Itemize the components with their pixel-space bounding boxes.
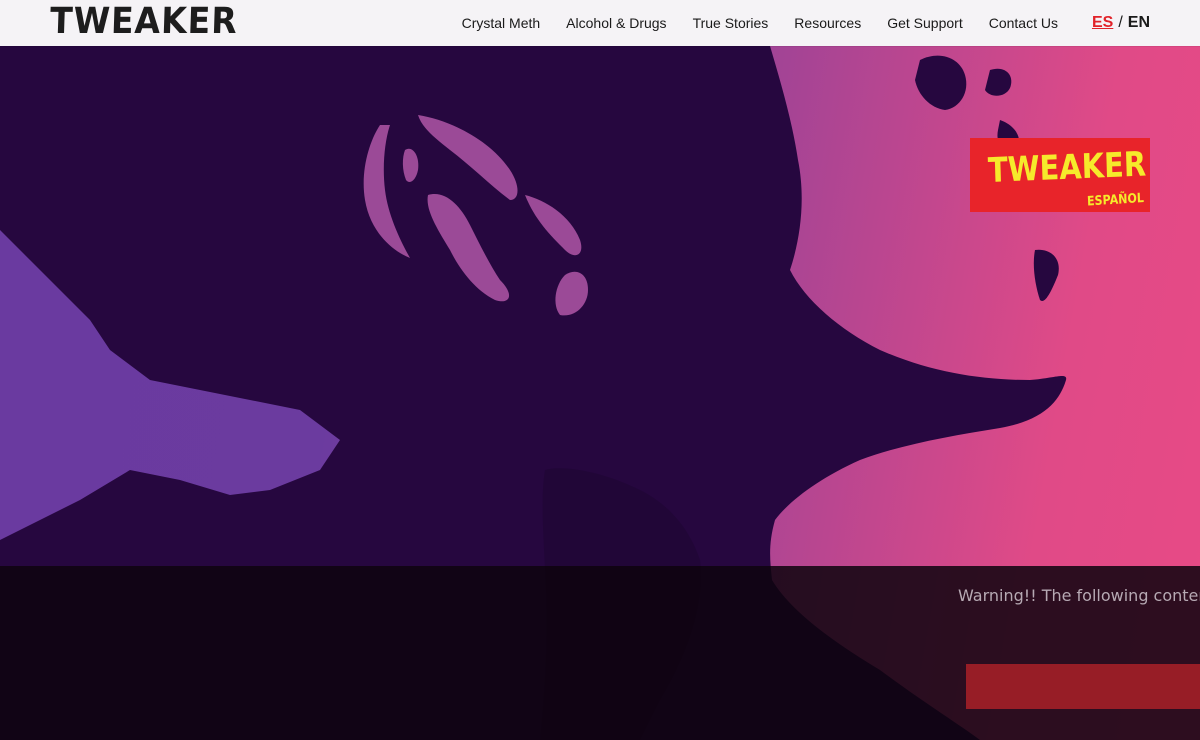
nav-true-stories[interactable]: True Stories bbox=[693, 15, 769, 31]
badge-logo-text: TWEAKER bbox=[987, 144, 1147, 191]
warning-message: Warning!! The following content bbox=[958, 586, 1200, 605]
content-warning-overlay: Warning!! The following content bbox=[0, 566, 1200, 740]
badge-subtitle: ESPAÑOL bbox=[1086, 191, 1145, 210]
warning-continue-button[interactable] bbox=[966, 664, 1200, 709]
nav-contact-us[interactable]: Contact Us bbox=[989, 15, 1058, 31]
nav-crystal-meth[interactable]: Crystal Meth bbox=[462, 15, 541, 31]
nav-alcohol-drugs[interactable]: Alcohol & Drugs bbox=[566, 15, 666, 31]
lang-es-link[interactable]: ES bbox=[1092, 14, 1113, 32]
tweaker-espanol-badge[interactable]: TWEAKER ESPAÑOL bbox=[970, 138, 1150, 212]
fragment-2 bbox=[985, 68, 1012, 96]
nav-resources[interactable]: Resources bbox=[794, 15, 861, 31]
lang-en-link[interactable]: EN bbox=[1128, 14, 1150, 32]
language-switcher: ES / EN bbox=[1092, 14, 1150, 32]
page: TWEAKER Crystal Meth Alcohol & Drugs Tru… bbox=[0, 0, 1200, 740]
main-nav: Crystal Meth Alcohol & Drugs True Storie… bbox=[462, 0, 1200, 46]
fragment-4 bbox=[1033, 249, 1059, 301]
tweaker-logo[interactable]: TWEAKER bbox=[49, 1, 238, 42]
lang-separator: / bbox=[1118, 14, 1123, 31]
nav-get-support[interactable]: Get Support bbox=[887, 15, 963, 31]
site-header: TWEAKER Crystal Meth Alcohol & Drugs Tru… bbox=[0, 0, 1200, 46]
fragment-1 bbox=[915, 55, 967, 110]
